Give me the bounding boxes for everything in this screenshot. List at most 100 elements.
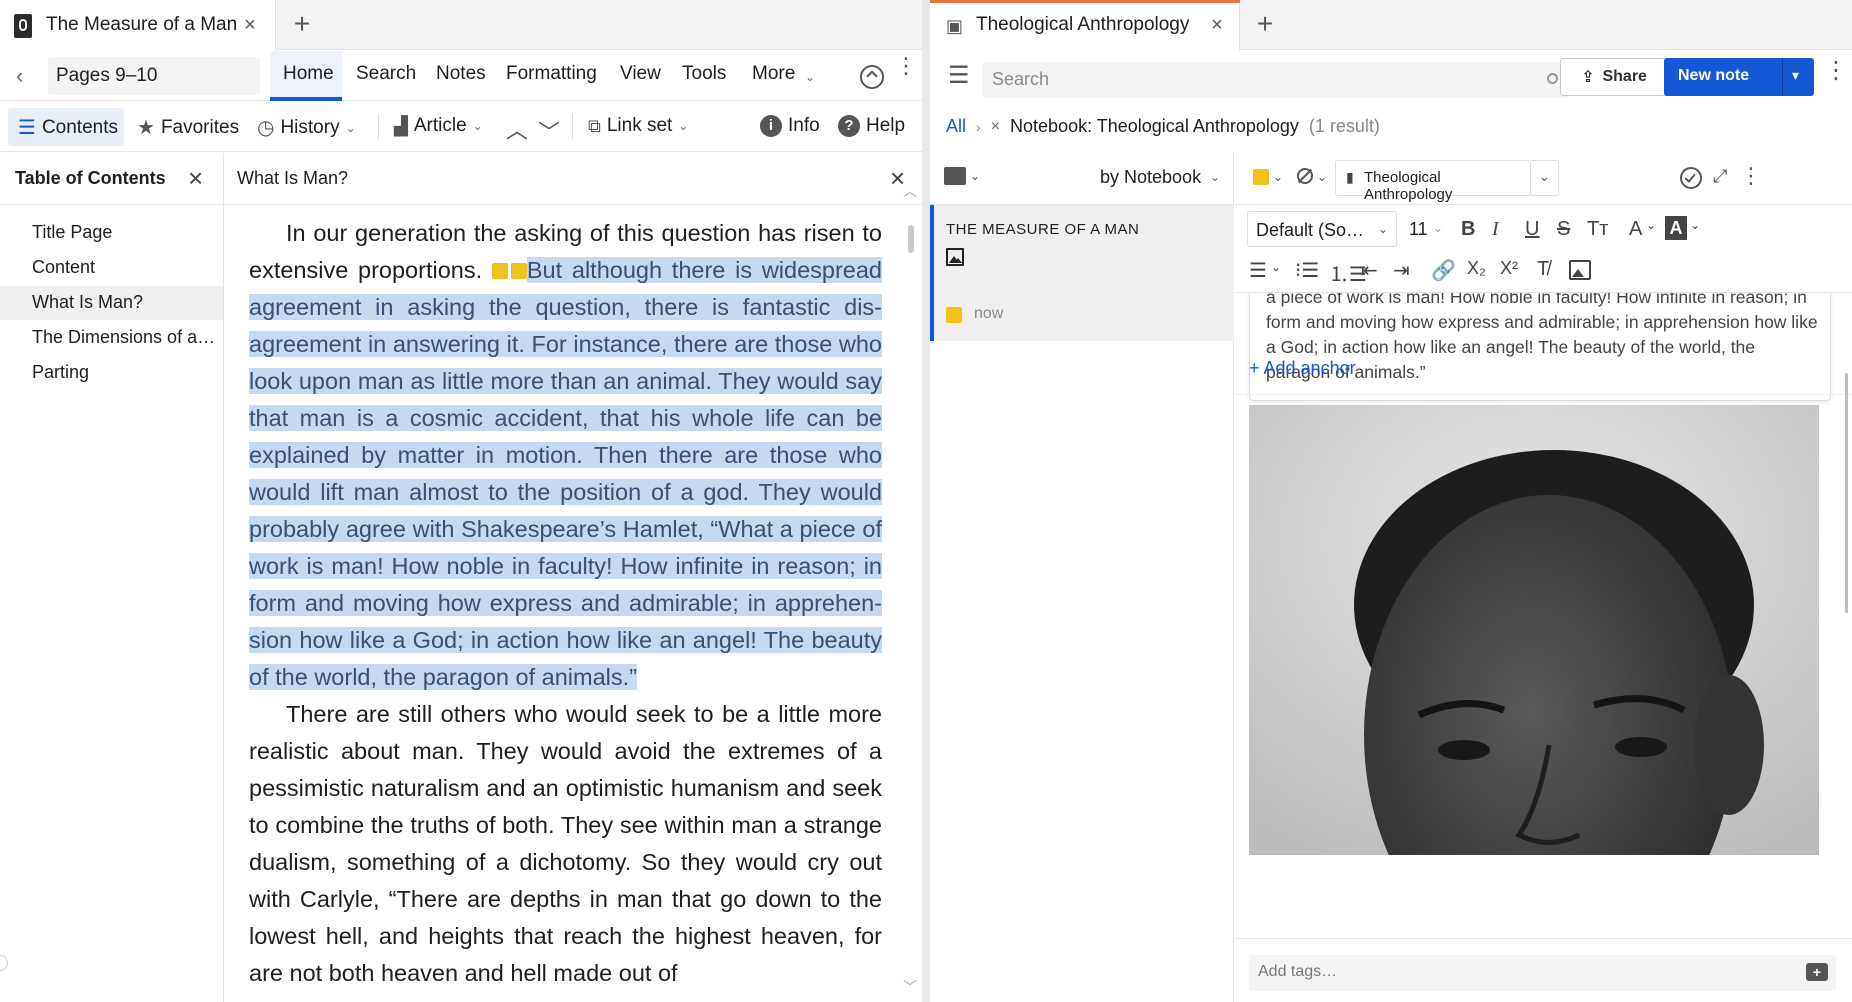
- indent-icon[interactable]: ⇥: [1393, 258, 1410, 283]
- contents-label: Contents: [41, 116, 118, 138]
- search-input[interactable]: Search: [982, 62, 1570, 98]
- chevron-down-icon[interactable]: ⌄: [1317, 170, 1327, 184]
- close-icon[interactable]: ×: [188, 163, 203, 194]
- font-size-select[interactable]: 11 ⌄: [1405, 211, 1449, 247]
- menu-more[interactable]: More: [752, 63, 795, 85]
- more-vertical-icon[interactable]: ⋮: [1824, 56, 1848, 85]
- notebook-dropdown[interactable]: ⌄: [1531, 160, 1559, 196]
- add-anchor-link[interactable]: + Add anchor: [1249, 358, 1356, 379]
- scroll-up-icon[interactable]: ︿: [903, 181, 917, 201]
- pane-divider[interactable]: [922, 0, 930, 1002]
- toc-item[interactable]: Title Page: [32, 222, 218, 243]
- insert-image-icon[interactable]: [1569, 260, 1591, 280]
- close-icon[interactable]: ×: [240, 14, 260, 36]
- expand-icon[interactable]: ⤢: [1713, 166, 1727, 187]
- hamburger-menu-icon[interactable]: ☰: [948, 61, 970, 90]
- subscript-icon[interactable]: X₂: [1467, 258, 1486, 279]
- underline-icon[interactable]: U: [1525, 218, 1539, 241]
- chevron-down-icon[interactable]: ⌄: [970, 169, 980, 183]
- collapse-icon[interactable]: [860, 65, 884, 89]
- superscript-icon[interactable]: X²: [1500, 258, 1518, 279]
- note-icon[interactable]: [491, 263, 508, 279]
- more-vertical-icon[interactable]: ⋮: [1740, 163, 1762, 189]
- tab-the-measure-of-a-man[interactable]: The Measure of a Man ×: [0, 0, 276, 51]
- check-circle-icon[interactable]: [1680, 167, 1702, 189]
- toc-item-selected[interactable]: What Is Man?: [32, 292, 218, 313]
- bullet-list-icon[interactable]: ⁝☰: [1295, 258, 1319, 283]
- help-button[interactable]: ? Help: [838, 115, 905, 137]
- scrollbar-thumb[interactable]: [908, 225, 914, 253]
- search-icon[interactable]: [1547, 73, 1558, 84]
- menu-formatting[interactable]: Formatting: [506, 63, 597, 85]
- text-case-icon[interactable]: Tт: [1587, 218, 1608, 241]
- more-vertical-icon[interactable]: ⋮: [895, 55, 917, 77]
- note-image[interactable]: [1249, 405, 1819, 855]
- article-label: Article: [413, 115, 467, 136]
- tab-theological-anthropology[interactable]: ▣ Theological Anthropology ×: [930, 0, 1240, 51]
- info-button[interactable]: i Info: [760, 115, 820, 137]
- new-tab-button[interactable]: +: [290, 10, 314, 38]
- sort-dropdown[interactable]: by Notebook: [1100, 167, 1201, 188]
- strikethrough-icon[interactable]: S: [1557, 218, 1570, 241]
- highlight-color-icon[interactable]: A: [1665, 216, 1687, 240]
- tags-input[interactable]: Add tags… +: [1249, 955, 1836, 991]
- pages-field[interactable]: Pages 9–10: [48, 57, 260, 95]
- chevron-down-icon[interactable]: ⌄: [1690, 218, 1700, 232]
- toc-item[interactable]: Content: [32, 257, 218, 278]
- menu-search[interactable]: Search: [356, 63, 416, 85]
- align-icon[interactable]: ☰: [1249, 258, 1267, 283]
- contents-button[interactable]: ☰ Contents: [18, 115, 118, 140]
- favorites-label: Favorites: [160, 116, 240, 138]
- notebook-selector[interactable]: ▮ Theological Anthropology: [1335, 160, 1531, 203]
- remove-filter-icon[interactable]: ×: [991, 118, 1000, 136]
- reader-toolbar: ☰ Contents ★ Favorites ◷ History ⌄ ▟ Art…: [0, 102, 922, 152]
- back-icon[interactable]: ‹: [16, 63, 23, 89]
- share-button[interactable]: ⇪ Share: [1560, 58, 1668, 96]
- view-mode-icon[interactable]: [944, 167, 966, 185]
- note-icon[interactable]: [510, 263, 527, 279]
- quoted-excerpt[interactable]: a piece of work is man! How noble in fac…: [1249, 293, 1831, 401]
- menu-notes[interactable]: Notes: [436, 63, 486, 85]
- history-button[interactable]: ◷ History ⌄: [257, 115, 356, 140]
- add-tag-icon[interactable]: +: [1806, 963, 1828, 981]
- chevron-down-icon[interactable]: ⌄: [1646, 218, 1656, 232]
- prohibit-icon[interactable]: [1297, 168, 1313, 184]
- list-item[interactable]: THE MEASURE OF A MAN now: [930, 205, 1234, 341]
- chevron-down-icon[interactable]: ▾: [1792, 67, 1799, 84]
- favorites-button[interactable]: ★ Favorites: [137, 115, 239, 140]
- link-icon[interactable]: 🔗: [1431, 258, 1456, 283]
- note-icon: [946, 307, 962, 323]
- new-note-button[interactable]: New note ▾: [1664, 58, 1814, 96]
- new-tab-button[interactable]: +: [1253, 10, 1277, 38]
- toc-item[interactable]: Parting: [32, 362, 218, 383]
- breadcrumb-all[interactable]: All: [946, 116, 966, 137]
- toc-item[interactable]: The Dimensions of a…: [32, 327, 218, 348]
- link-set-button[interactable]: ⧉ Link set ⌄: [588, 115, 688, 137]
- chevron-down-icon[interactable]: ⌄: [1271, 260, 1281, 274]
- star-icon: ★: [137, 117, 155, 139]
- chevron-down-icon[interactable]: ﹀: [538, 115, 560, 147]
- history-label: History: [280, 116, 340, 138]
- chevron-down-icon: ⌄: [805, 70, 816, 84]
- menu-home[interactable]: Home: [283, 63, 334, 85]
- chevron-down-icon[interactable]: ⌄: [1273, 170, 1283, 184]
- scroll-down-icon[interactable]: ﹀: [903, 977, 917, 997]
- article-text: In our generation the asking of this que…: [249, 215, 883, 992]
- clear-format-icon[interactable]: T̸: [1537, 258, 1549, 281]
- bold-icon[interactable]: B: [1461, 218, 1475, 241]
- font-family-select[interactable]: Default (So… ⌄: [1247, 211, 1397, 247]
- font-color-icon[interactable]: A: [1629, 218, 1642, 241]
- menu-tools[interactable]: Tools: [682, 63, 726, 85]
- outdent-icon[interactable]: ⇤: [1361, 258, 1378, 283]
- highlighted-text[interactable]: But although there is widespread agreeme…: [249, 257, 883, 690]
- menu-view[interactable]: View: [620, 63, 661, 85]
- scrollbar-thumb[interactable]: [1845, 373, 1848, 613]
- chevron-up-icon[interactable]: ︿: [506, 113, 528, 145]
- notes-tab-bar: ▣ Theological Anthropology × +: [930, 0, 1852, 51]
- panel-toggle-handle[interactable]: [0, 955, 8, 971]
- article-button[interactable]: ▟ Article ⌄: [394, 115, 483, 137]
- toolbar-divider: [572, 114, 573, 140]
- italic-icon[interactable]: I: [1492, 218, 1499, 241]
- close-icon[interactable]: ×: [1207, 14, 1227, 36]
- note-color-icon[interactable]: [1253, 169, 1269, 185]
